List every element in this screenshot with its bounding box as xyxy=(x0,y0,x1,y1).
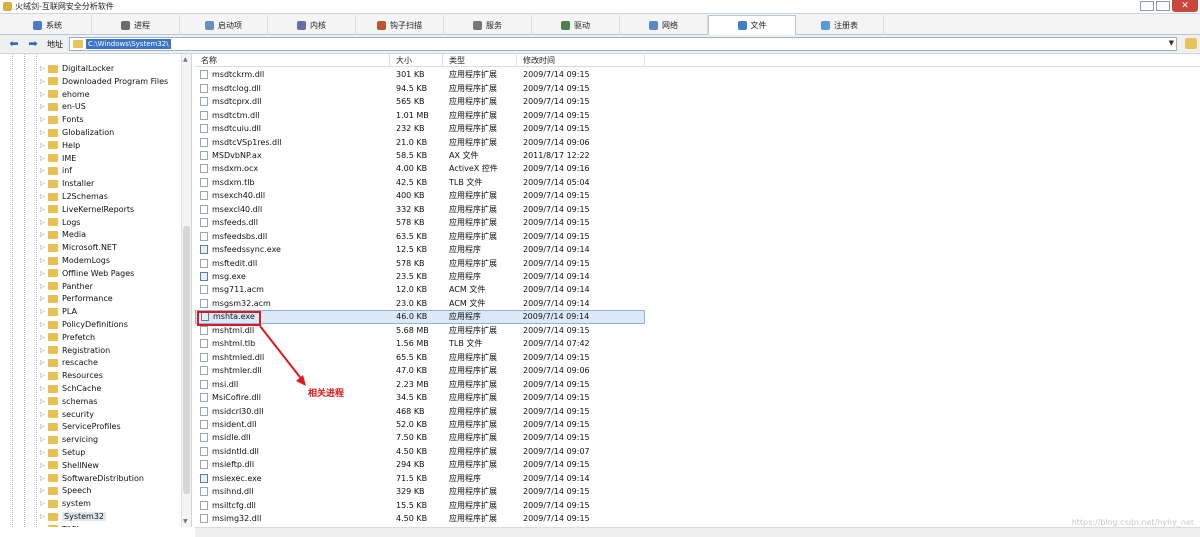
annotation-arrow xyxy=(259,325,306,386)
watermark: https://blog.csdn.net/hyhy_net xyxy=(1071,518,1194,527)
horizontal-scrollbar[interactable] xyxy=(195,527,1200,537)
annotation-label: 相关进程 xyxy=(308,389,345,399)
